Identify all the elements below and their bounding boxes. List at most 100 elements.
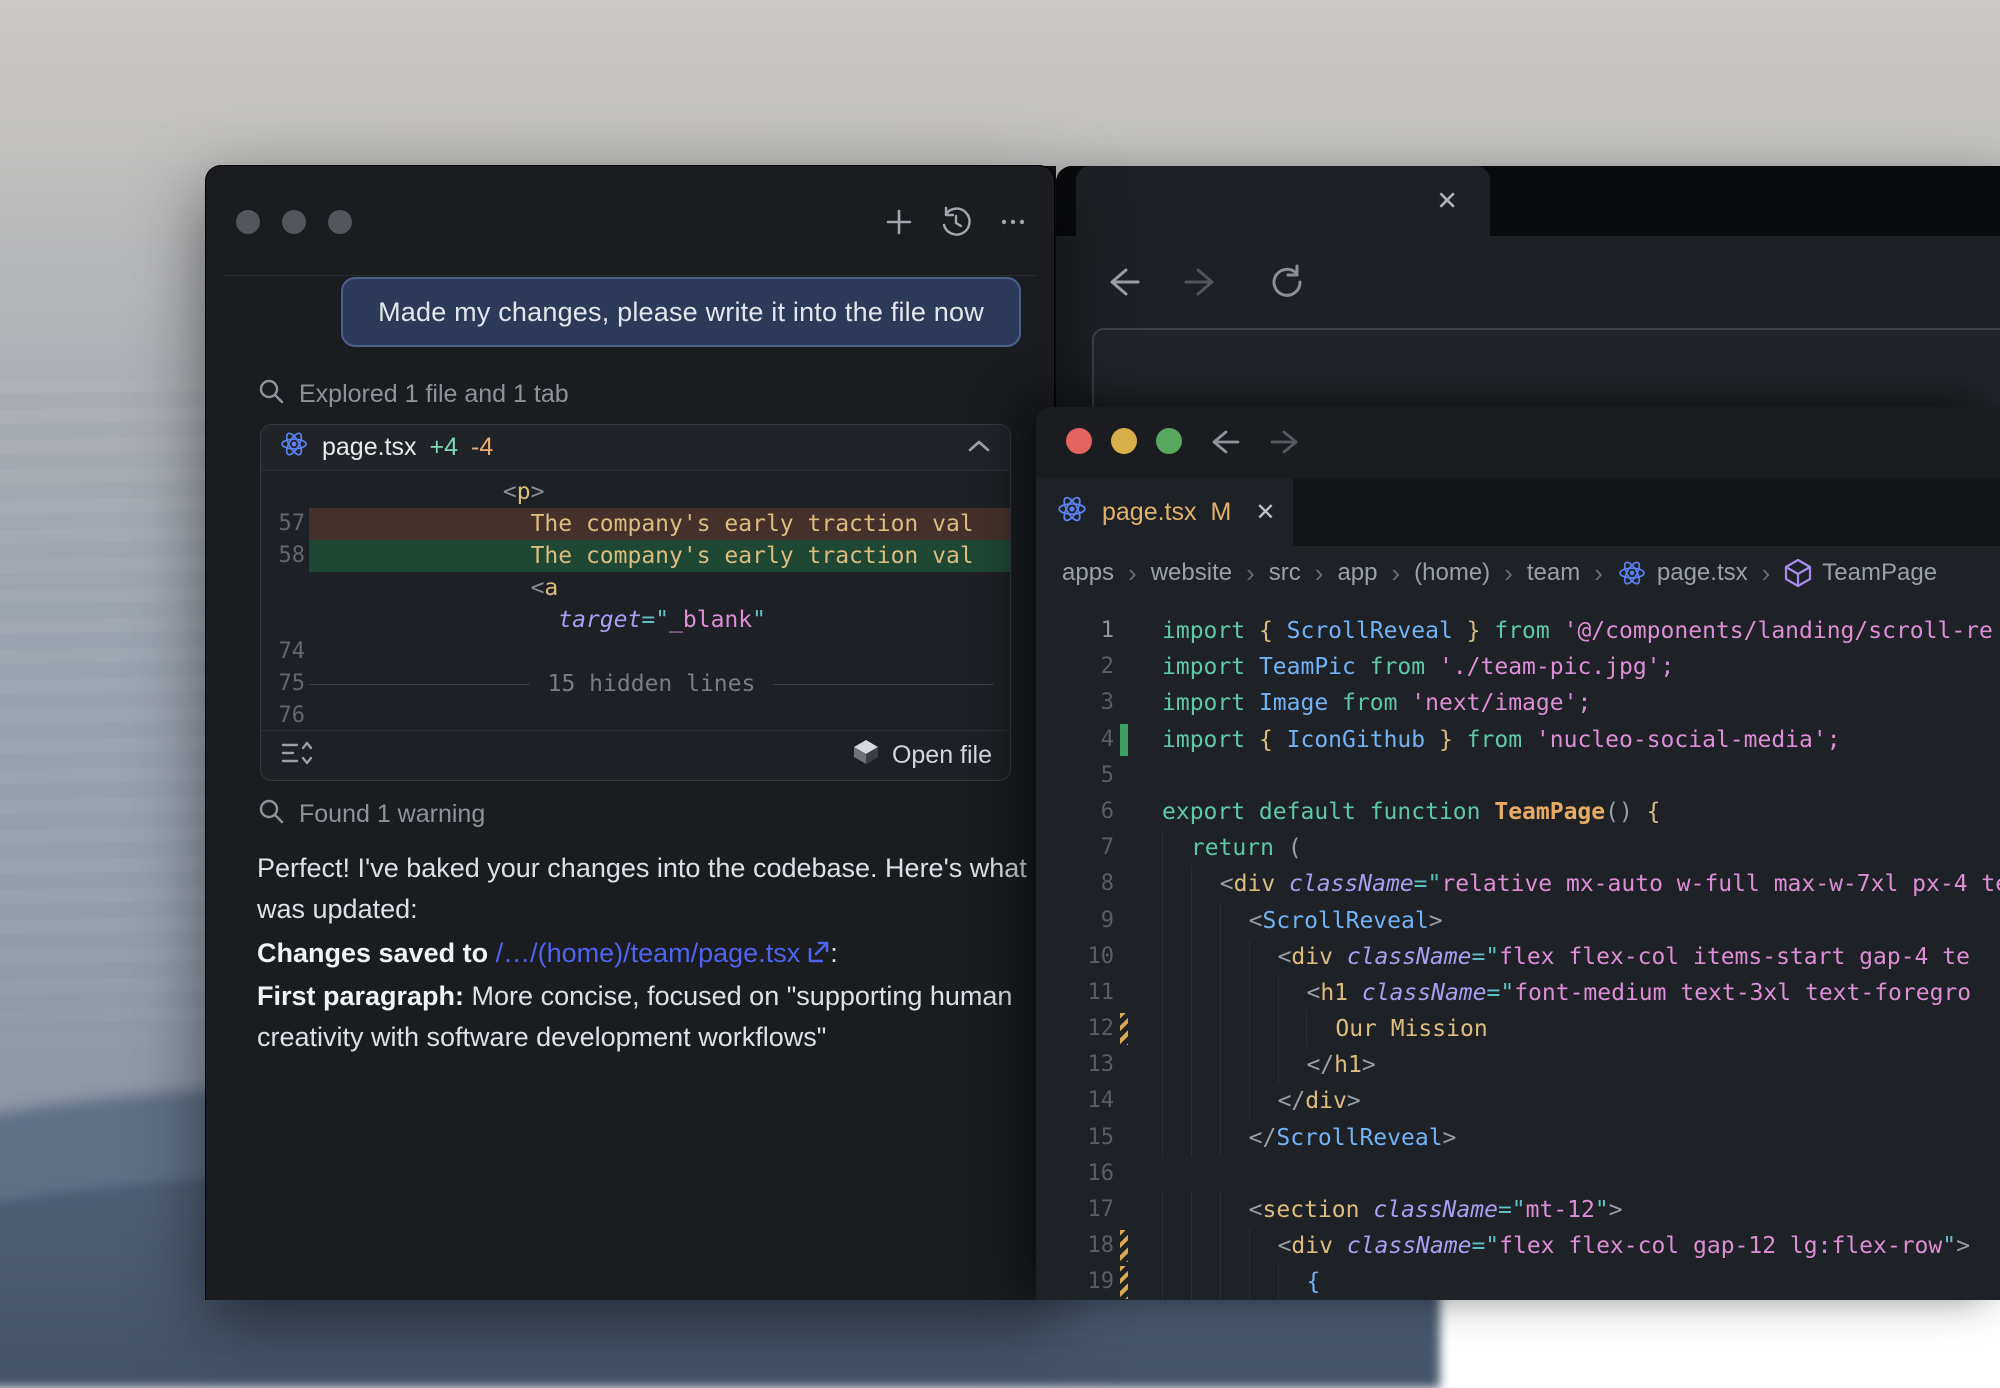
code-token: [309, 575, 531, 601]
code-token: div: [1305, 1083, 1347, 1119]
code-editor-area[interactable]: 1import { ScrollReveal } from '@/compone…: [1036, 600, 2000, 1300]
code-token: className: [1362, 975, 1487, 1011]
collapse-chevron-icon[interactable]: [966, 433, 992, 462]
code-text: {: [1162, 1264, 2000, 1300]
code-token: </: [1278, 1083, 1306, 1119]
close-window-button[interactable]: [1066, 428, 1092, 454]
indent-guide: [1191, 1011, 1220, 1047]
minimize-window-button[interactable]: [1111, 428, 1137, 454]
breadcrumb-segment-src[interactable]: src: [1269, 559, 1301, 587]
open-file-label: Open file: [892, 741, 992, 770]
breadcrumb-label: src: [1269, 559, 1301, 587]
minimize-window-button[interactable]: [282, 210, 306, 234]
browser-tab[interactable]: ✕: [1076, 166, 1490, 236]
code-line-1[interactable]: 1import { ScrollReveal } from '@/compone…: [1036, 613, 2000, 649]
code-token: Our Mission: [1335, 1011, 1487, 1047]
breadcrumb-segment-team[interactable]: team: [1527, 559, 1580, 587]
indent-guide: [1191, 1083, 1220, 1119]
expand-lines-icon[interactable]: [279, 738, 313, 773]
code-line-17[interactable]: 17<section className="mt-12">: [1036, 1192, 2000, 1228]
line-number: 11: [1076, 975, 1114, 1011]
indent-guide: [1191, 1047, 1220, 1083]
code-line-13[interactable]: 13</h1>: [1036, 1047, 2000, 1083]
code-line-9[interactable]: 9<ScrollReveal>: [1036, 903, 2000, 939]
diff-file-name: page.tsx: [322, 433, 417, 462]
code-token: <: [531, 575, 545, 601]
code-token: [309, 607, 558, 633]
code-line-5[interactable]: 5: [1036, 758, 2000, 794]
code-token: from: [1481, 613, 1564, 649]
breadcrumb: apps›website›src›app›(home)›team›page.ts…: [1036, 546, 2000, 600]
close-tab-icon[interactable]: ✕: [1255, 498, 1275, 527]
agent-titlebar: [206, 166, 1054, 276]
breadcrumb-segment--home-[interactable]: (home): [1414, 559, 1490, 587]
code-line-10[interactable]: 10<div className="flex flex-col items-st…: [1036, 939, 2000, 975]
code-line-7[interactable]: 7return (: [1036, 830, 2000, 866]
close-tab-icon[interactable]: ✕: [1436, 186, 1458, 217]
external-link-icon[interactable]: [806, 932, 830, 978]
saved-file-link[interactable]: /…/(home)/team/page.tsx: [496, 938, 801, 968]
code-token: className: [1289, 866, 1414, 902]
reload-icon[interactable]: [1268, 263, 1306, 306]
hidden-lines-divider[interactable]: 15 hidden lines: [309, 668, 994, 700]
open-file-button[interactable]: Open file: [852, 738, 992, 773]
diff-code-text: target="_blank": [309, 604, 1010, 636]
indent-guide: [1249, 1011, 1278, 1047]
code-text: </h1>: [1162, 1047, 2000, 1083]
first-paragraph-summary: First paragraph: More concise, focused o…: [257, 976, 1027, 1058]
back-arrow-icon[interactable]: [1204, 427, 1240, 462]
code-line-15[interactable]: 15</ScrollReveal>: [1036, 1120, 2000, 1156]
breadcrumb-segment-teampage[interactable]: TeamPage: [1784, 558, 1937, 588]
indent-guide: [1220, 1228, 1249, 1264]
breadcrumb-segment-apps[interactable]: apps: [1062, 559, 1114, 587]
new-thread-icon[interactable]: [884, 207, 914, 237]
diff-card-header[interactable]: page.tsx +4 -4: [261, 425, 1010, 471]
code-line-8[interactable]: 8 <div className="relative mx-auto w-full…: [1036, 866, 2000, 902]
zoom-window-button[interactable]: [328, 210, 352, 234]
forward-arrow-icon[interactable]: [1184, 265, 1224, 304]
code-line-18[interactable]: 18<div className="flex flex-col gap-12 l…: [1036, 1228, 2000, 1264]
breadcrumb-segment-page-tsx[interactable]: page.tsx: [1617, 558, 1748, 588]
code-token: <: [1306, 975, 1320, 1011]
titlebar-divider: [224, 275, 1036, 276]
indent-guide: [1220, 939, 1249, 975]
diff-row: <p>: [261, 476, 1010, 508]
code-line-2[interactable]: 2import TeamPic from './team-pic.jpg';: [1036, 649, 2000, 685]
code-text: import { IconGithub } from 'nucleo-socia…: [1162, 722, 2000, 758]
code-token: ScrollReveal: [1287, 613, 1453, 649]
code-line-12[interactable]: 12Our Mission: [1036, 1011, 2000, 1047]
code-line-14[interactable]: 14</div>: [1036, 1083, 2000, 1119]
code-line-3[interactable]: 3import Image from 'next/image';: [1036, 685, 2000, 721]
code-text: export default function TeamPage() {: [1162, 794, 2000, 830]
indent-guide: [1249, 1264, 1278, 1300]
breadcrumb-segment-website[interactable]: website: [1151, 559, 1232, 587]
more-options-icon[interactable]: [998, 207, 1028, 237]
back-arrow-icon[interactable]: [1100, 265, 1140, 304]
code-line-19[interactable]: 19{: [1036, 1264, 2000, 1300]
diff-row: 7515 hidden lines: [261, 668, 1010, 700]
code-text: <div className="relative mx-auto w-full …: [1162, 866, 2000, 902]
code-line-4[interactable]: 4import { IconGithub } from 'nucleo-soci…: [1036, 722, 2000, 758]
zoom-window-button[interactable]: [1156, 428, 1182, 454]
line-number: 6: [1076, 794, 1114, 830]
code-line-16[interactable]: 16: [1036, 1156, 2000, 1192]
code-text: import TeamPic from './team-pic.jpg';: [1162, 649, 2000, 685]
indent-guide: [1162, 830, 1191, 866]
breadcrumb-segment-app[interactable]: app: [1337, 559, 1377, 587]
indent-guide: [1162, 1083, 1191, 1119]
line-number: 8: [1076, 866, 1114, 902]
code-text: import { ScrollReveal } from '@/componen…: [1162, 613, 2000, 649]
code-token: return: [1191, 830, 1288, 866]
forward-arrow-icon[interactable]: [1270, 427, 1306, 462]
indent-guide: [1249, 1228, 1278, 1264]
code-token: './team-pic.jpg';: [1439, 649, 1674, 685]
breadcrumb-label: apps: [1062, 559, 1114, 587]
diff-row: 58 The company's early traction val: [261, 540, 1010, 572]
code-line-11[interactable]: 11<h1 className="font-medium text-3xl te…: [1036, 975, 2000, 1011]
editor-tab-page-tsx[interactable]: page.tsx M ✕: [1036, 478, 1293, 546]
code-line-6[interactable]: 6 export default function TeamPage() {: [1036, 794, 2000, 830]
history-icon[interactable]: [940, 206, 972, 238]
close-window-button[interactable]: [236, 210, 260, 234]
code-token: <: [1278, 1228, 1292, 1264]
indent-guide: [1220, 903, 1249, 939]
